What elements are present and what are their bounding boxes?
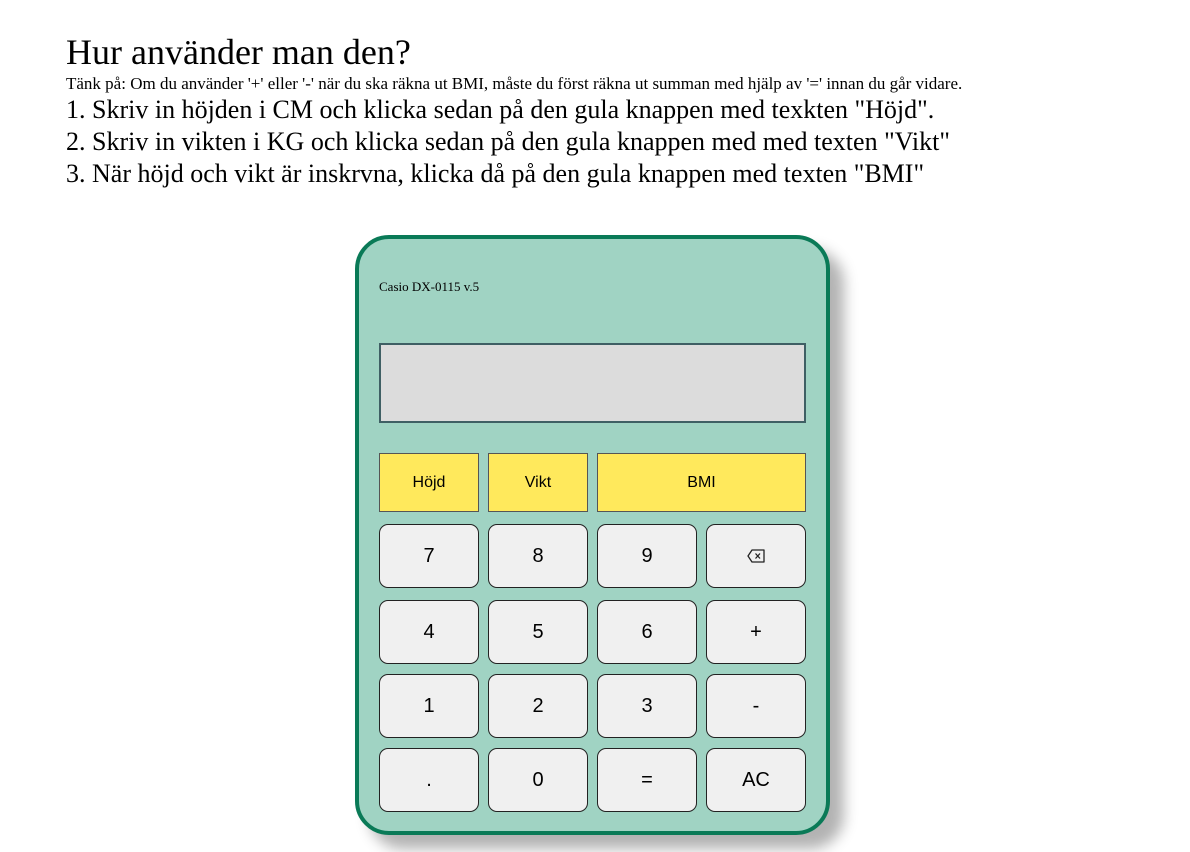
height-button[interactable]: Höjd: [379, 453, 479, 512]
key-0-button[interactable]: 0: [488, 748, 588, 812]
instruction-step-1: 1. Skriv in höjden i CM och klicka sedan…: [66, 95, 935, 124]
instruction-step-3: 3. När höjd och vikt är inskrvna, klicka…: [66, 159, 925, 188]
key-2-button[interactable]: 2: [488, 674, 588, 738]
key-1-button[interactable]: 1: [379, 674, 479, 738]
equals-button[interactable]: =: [597, 748, 697, 812]
decimal-button[interactable]: .: [379, 748, 479, 812]
key-7-button[interactable]: 7: [379, 524, 479, 588]
key-9-button[interactable]: 9: [597, 524, 697, 588]
calculator: Casio DX-0115 v.5 Höjd Vikt BMI 7 8 9 4 …: [355, 235, 830, 835]
instructions: Hur använder man den? Tänk på: Om du anv…: [66, 30, 962, 190]
instructions-note: Tänk på: Om du använder '+' eller '-' nä…: [66, 74, 963, 93]
bmi-button[interactable]: BMI: [597, 453, 806, 512]
key-4-button[interactable]: 4: [379, 600, 479, 664]
calculator-display: [379, 343, 806, 423]
backspace-button[interactable]: [706, 524, 806, 588]
key-8-button[interactable]: 8: [488, 524, 588, 588]
key-3-button[interactable]: 3: [597, 674, 697, 738]
plus-button[interactable]: +: [706, 600, 806, 664]
calculator-model-label: Casio DX-0115 v.5: [379, 279, 480, 294]
minus-button[interactable]: -: [706, 674, 806, 738]
page-title: Hur använder man den?: [66, 32, 411, 72]
key-6-button[interactable]: 6: [597, 600, 697, 664]
clear-button[interactable]: AC: [706, 748, 806, 812]
backspace-icon: [747, 549, 765, 563]
key-5-button[interactable]: 5: [488, 600, 588, 664]
weight-button[interactable]: Vikt: [488, 453, 588, 512]
instruction-step-2: 2. Skriv in vikten i KG och klicka sedan…: [66, 127, 950, 156]
